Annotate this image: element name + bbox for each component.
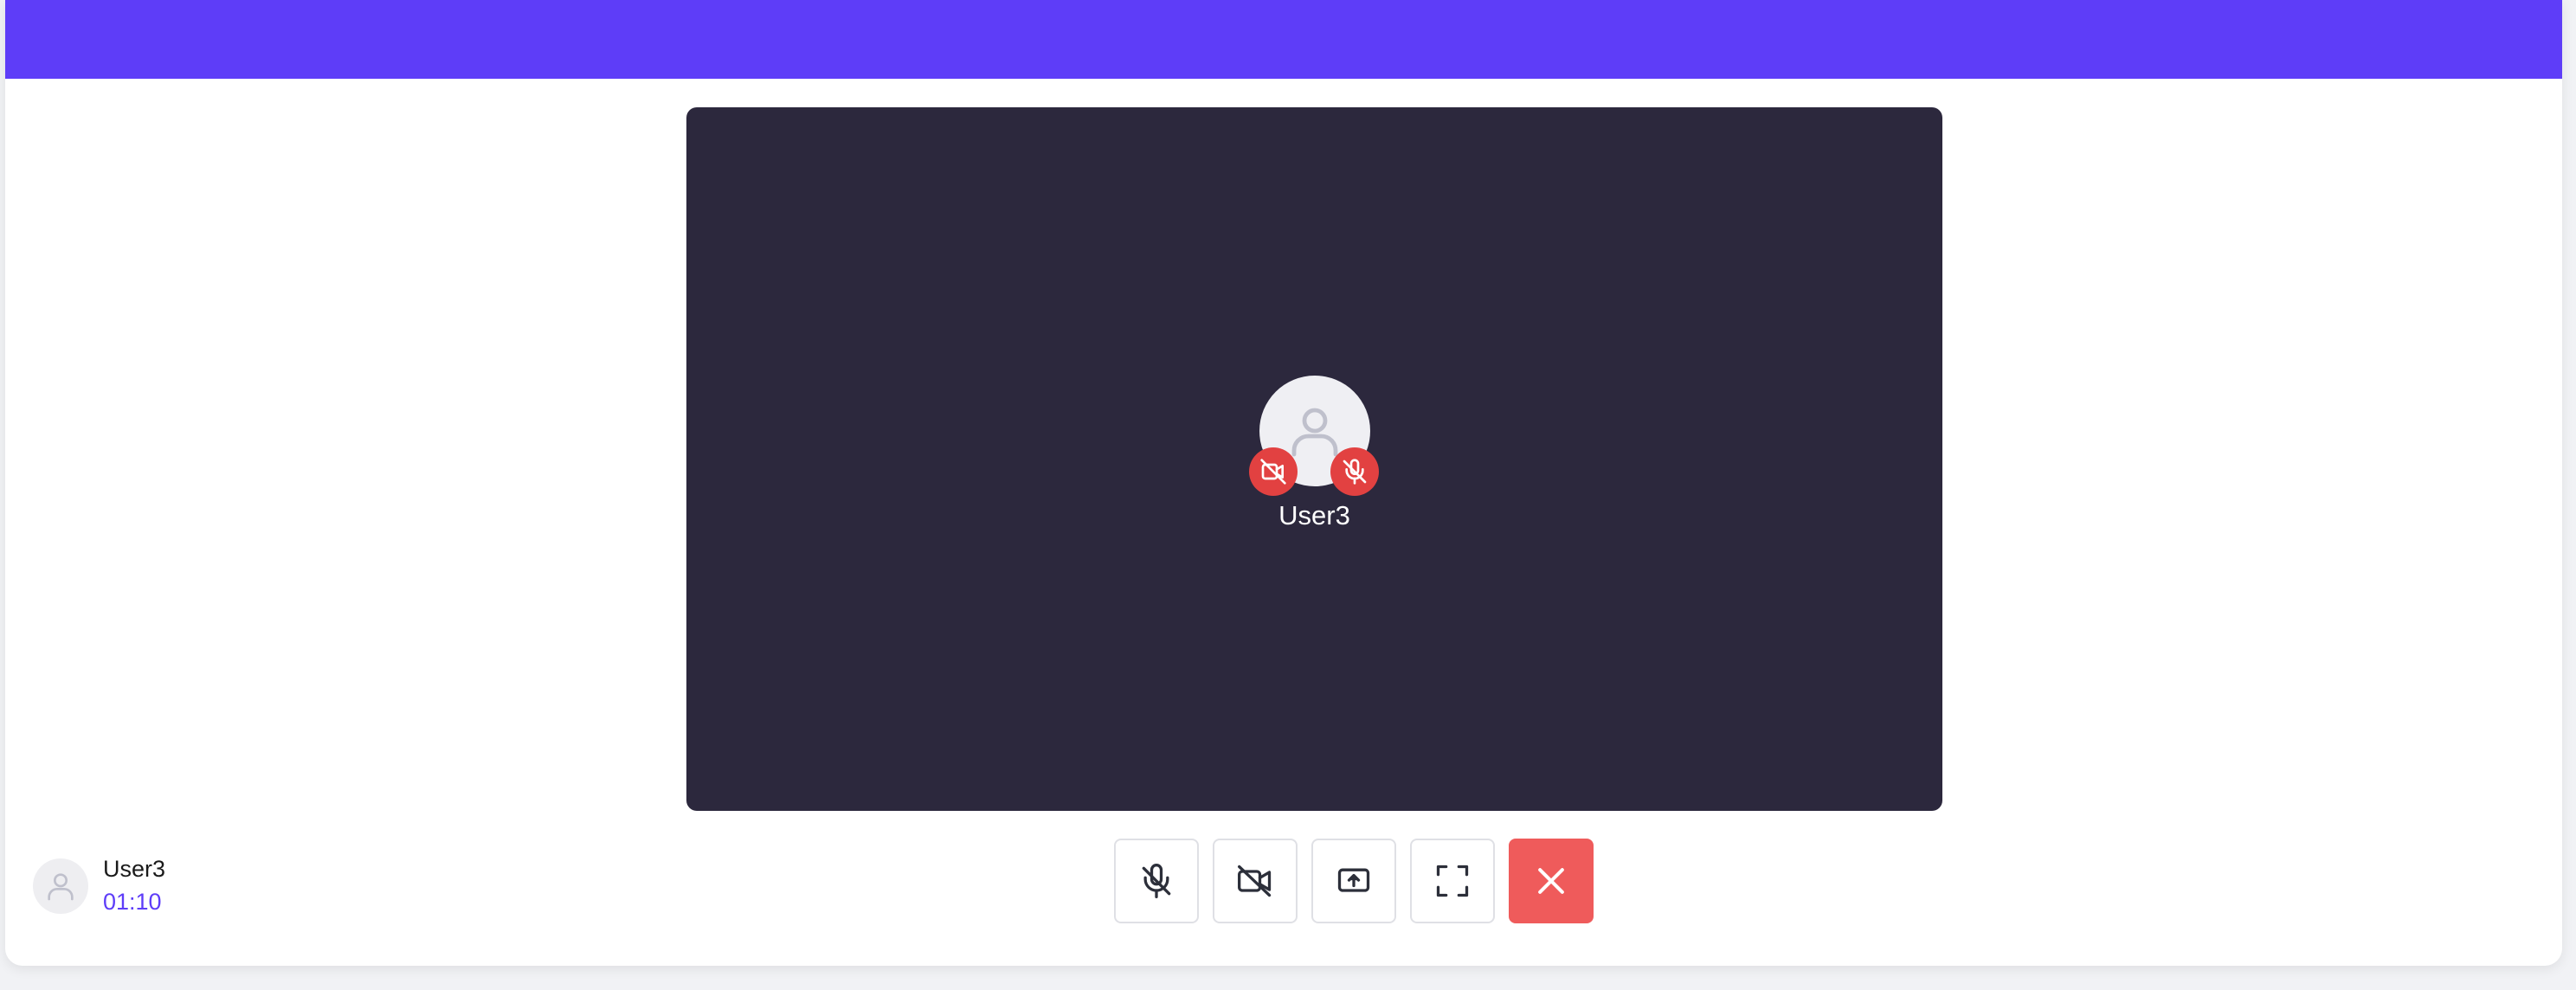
mic-off-icon bbox=[1343, 459, 1366, 485]
end-call-button[interactable] bbox=[1509, 839, 1594, 923]
video-stage: User3 bbox=[686, 107, 1942, 811]
avatar bbox=[33, 858, 88, 914]
video-off-icon bbox=[1238, 865, 1272, 897]
current-user-info: User3 01:10 bbox=[33, 853, 165, 919]
call-controls bbox=[1114, 839, 1594, 923]
screen-share-icon bbox=[1337, 868, 1370, 892]
call-window: User3 User3 01:10 bbox=[5, 0, 2562, 966]
camera-off-badge bbox=[1248, 447, 1298, 496]
participant-avatar bbox=[1248, 376, 1379, 496]
participant-name: User3 bbox=[1278, 500, 1350, 530]
participant-tile: User3 bbox=[1228, 376, 1401, 531]
fullscreen-icon bbox=[1436, 865, 1469, 897]
mic-off-icon bbox=[1142, 864, 1171, 898]
user-icon bbox=[48, 873, 74, 901]
mic-off-badge bbox=[1330, 447, 1379, 496]
mute-mic-button[interactable] bbox=[1114, 839, 1199, 923]
user-text: User3 01:10 bbox=[103, 853, 165, 919]
share-screen-button[interactable] bbox=[1311, 839, 1396, 923]
user-name: User3 bbox=[103, 856, 166, 882]
top-bar bbox=[5, 0, 2562, 79]
call-timer: 01:10 bbox=[103, 889, 162, 915]
user-icon bbox=[1291, 408, 1337, 457]
video-off-icon bbox=[1259, 459, 1286, 485]
toggle-camera-button[interactable] bbox=[1213, 839, 1298, 923]
fullscreen-button[interactable] bbox=[1410, 839, 1495, 923]
close-icon bbox=[1538, 868, 1564, 894]
